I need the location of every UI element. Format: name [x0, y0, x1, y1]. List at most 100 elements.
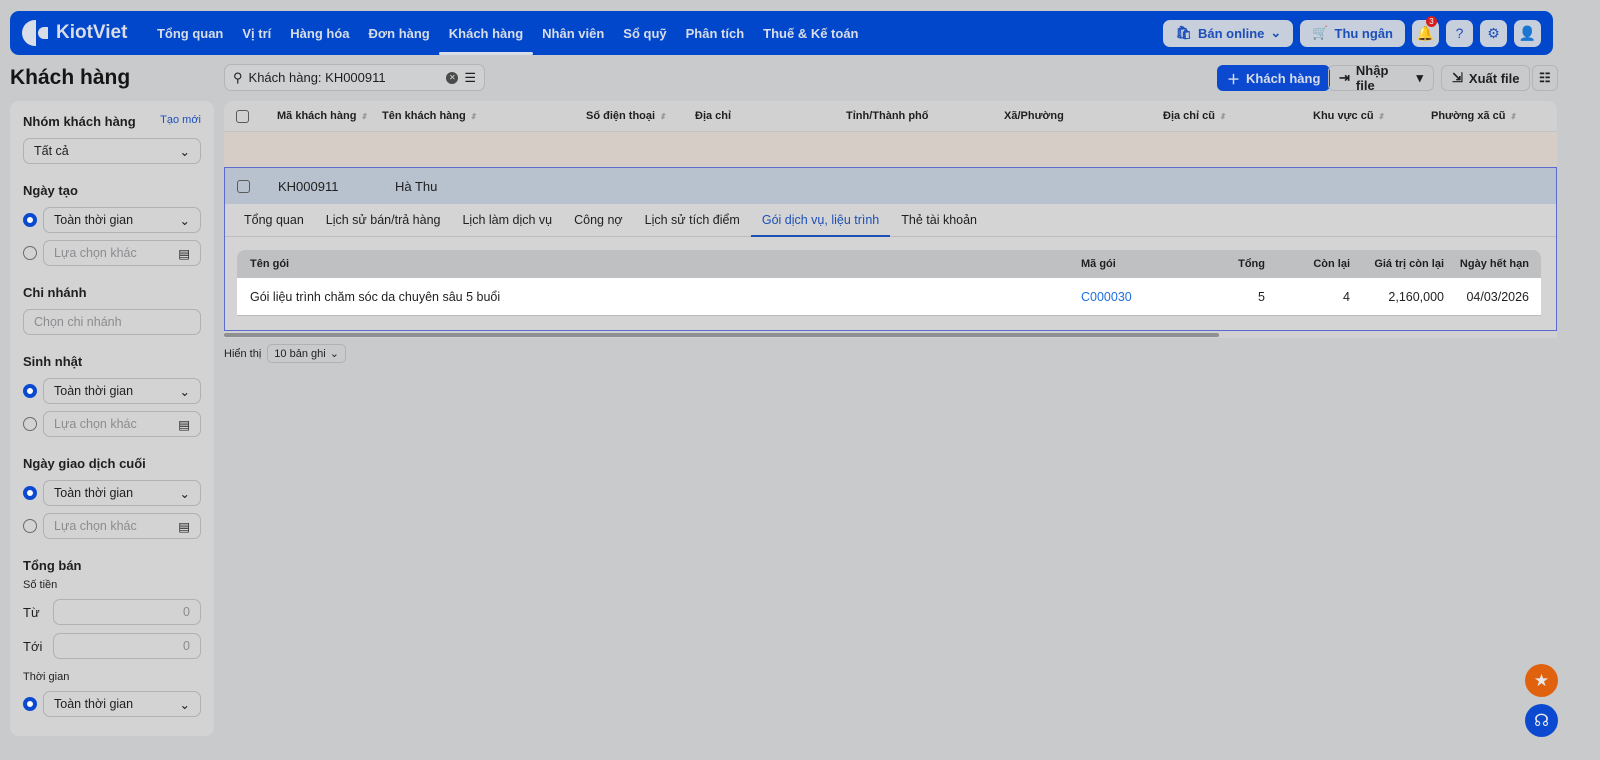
group-select[interactable]: Tất cả ⌄	[23, 138, 201, 164]
create-group-link[interactable]: Tạo mới	[160, 114, 201, 129]
page-title: Khách hàng	[10, 66, 131, 89]
import-file-button[interactable]: ⇥ Nhập file ▾	[1328, 63, 1434, 93]
last-tx-all-select[interactable]: Toàn thời gian ⌄	[43, 480, 201, 506]
last-tx-all-radio[interactable]	[23, 486, 37, 500]
birthday-all-radio[interactable]	[23, 384, 37, 398]
gear-icon: ⚙	[1487, 24, 1500, 41]
favorite-fab[interactable]: ★	[1525, 664, 1558, 697]
birthday-all-select[interactable]: Toàn thời gian ⌄	[43, 378, 201, 404]
star-icon: ★	[1533, 670, 1550, 690]
col-phone[interactable]: Số điện thoại ⬍	[586, 110, 666, 122]
column-toggle-button[interactable]: ☷	[1532, 65, 1558, 91]
table-header: Mã khách hàng ⬍ Tên khách hàng ⬍ Số điện t…	[224, 101, 1557, 132]
chevron-down-icon: ⌄	[179, 144, 190, 159]
branch-label: Chi nhánh	[23, 285, 87, 300]
last-tx-all-value: Toàn thời gian	[54, 486, 134, 500]
col-customer-code[interactable]: Mã khách hàng ⬍	[277, 110, 367, 122]
notification-badge: 3	[1426, 15, 1437, 27]
tab-service-schedule[interactable]: Lịch làm dịch vụ	[451, 204, 563, 236]
time-all-value: Toàn thời gian	[54, 697, 134, 711]
col-customer-name[interactable]: Tên khách hàng ⬍	[382, 110, 476, 122]
created-other-picker[interactable]: Lựa chọn khác ▤	[43, 240, 201, 266]
nav-phan-tich[interactable]: Phân tích	[676, 11, 754, 55]
last-tx-other-picker[interactable]: Lựa chọn khác ▤	[43, 513, 201, 539]
nav-hang-hoa[interactable]: Hàng hóa	[281, 11, 359, 55]
nav-nhan-vien[interactable]: Nhân viên	[533, 11, 614, 55]
created-all-select[interactable]: Toàn thời gian ⌄	[43, 207, 201, 233]
nav-tong-quan[interactable]: Tổng quan	[147, 11, 232, 55]
export-file-button[interactable]: ⇲ Xuất file	[1441, 65, 1531, 91]
page-size-select[interactable]: 10 bản ghi ⌄	[267, 344, 346, 363]
select-all-checkbox[interactable]	[236, 109, 249, 123]
chevron-down-icon: ⌄	[1270, 25, 1282, 40]
filter-sliders-icon[interactable]: ☰	[464, 70, 476, 86]
package-row[interactable]: Gói liệu trình chăm sóc da chuyên sâu 5 …	[237, 278, 1541, 316]
package-code-link[interactable]: C000030	[1081, 290, 1132, 304]
tab-account-card[interactable]: Thẻ tài khoản	[890, 204, 988, 236]
row-checkbox[interactable]	[237, 179, 250, 193]
time-all-select[interactable]: Toàn thời gian ⌄	[43, 691, 201, 717]
birthday-label: Sinh nhật	[23, 354, 83, 369]
package-remaining-value: 2,160,000	[1388, 289, 1444, 304]
birthday-other-picker[interactable]: Lựa chọn khác ▤	[43, 411, 201, 437]
list-columns-icon: ☷	[1539, 70, 1551, 85]
created-other-radio[interactable]	[23, 246, 37, 260]
created-all-radio[interactable]	[23, 213, 37, 227]
col-old-address[interactable]: Địa chỉ cũ ⬍	[1163, 110, 1226, 122]
nav-so-quy[interactable]: Sổ quỹ	[614, 11, 676, 55]
search-input[interactable]: ⚲ Khách hàng: KH000911 ✕ ☰	[224, 64, 485, 91]
sell-online-button[interactable]: 🛍 Bán online ⌄	[1163, 19, 1294, 47]
add-customer-button[interactable]: ＋ Khách hàng	[1217, 65, 1331, 91]
clear-search-icon[interactable]: ✕	[446, 71, 459, 84]
horizontal-scrollbar[interactable]	[224, 333, 1219, 337]
search-icon: ⚲	[233, 69, 243, 85]
avatar[interactable]: 👤	[1514, 19, 1541, 47]
help-button[interactable]: ?	[1446, 19, 1473, 47]
notification-button[interactable]: 🔔 3	[1412, 15, 1439, 47]
search-value: Khách hàng: KH000911	[248, 70, 386, 85]
nav-vi-tri[interactable]: Vị trí	[233, 11, 281, 55]
bell-icon: 🔔	[1416, 24, 1435, 41]
user-icon: 👤	[1518, 24, 1537, 41]
chevron-down-icon: ⌄	[329, 348, 339, 360]
sort-icon: ⬍	[469, 112, 477, 121]
nav-don-hang[interactable]: Đơn hàng	[359, 11, 439, 55]
settings-button[interactable]: ⚙	[1480, 19, 1507, 47]
page-size-label: Hiển thị	[224, 347, 262, 360]
support-fab[interactable]: ☊	[1525, 704, 1558, 737]
branch-input[interactable]: Chọn chi nhánh	[23, 309, 201, 335]
group-label: Nhóm khách hàng	[23, 114, 136, 129]
chevron-down-icon: ⌄	[179, 384, 190, 399]
birthday-other-radio[interactable]	[23, 417, 37, 431]
cashier-label: Thu ngân	[1334, 25, 1394, 41]
tab-sales-history[interactable]: Lịch sử bán/trả hàng	[315, 204, 452, 236]
last-tx-other-radio[interactable]	[23, 519, 37, 533]
logo[interactable]: KiotViet	[22, 20, 127, 46]
amount-from-input[interactable]: 0	[53, 599, 201, 625]
chevron-down-icon: ⌄	[179, 213, 190, 228]
amount-to-input[interactable]: 0	[53, 633, 201, 659]
sort-icon: ⬍	[360, 112, 368, 121]
top-nav-bar: KiotViet Tổng quan Vị trí Hàng hóa Đơn h…	[10, 11, 1553, 55]
tab-overview[interactable]: Tổng quan	[233, 204, 315, 236]
col-ward: Xã/Phường	[1004, 110, 1064, 122]
from-label: Từ	[23, 604, 40, 620]
nav-thue-ke-toan[interactable]: Thuế & Kế toán	[754, 11, 868, 55]
created-label: Ngày tạo	[23, 183, 78, 198]
col-old-ward[interactable]: Phường xã cũ ⬍	[1431, 110, 1516, 122]
cart-icon: 🛒	[1312, 25, 1329, 40]
logo-text: KiotViet	[56, 22, 128, 43]
time-all-radio[interactable]	[23, 697, 37, 711]
nav-khach-hang[interactable]: Khách hàng	[439, 11, 534, 55]
tab-points-history[interactable]: Lịch sử tích điểm	[634, 204, 751, 236]
tab-service-packages[interactable]: Gói dịch vụ, liệu trình	[750, 204, 891, 237]
package-total: 5	[1258, 289, 1265, 304]
cashier-button[interactable]: 🛒 Thu ngân	[1300, 19, 1405, 47]
table-row-selected[interactable]: KH000911 Hà Thu	[224, 167, 1557, 204]
col-old-area[interactable]: Khu vực cũ ⬍	[1313, 110, 1384, 122]
calendar-icon: ▤	[178, 246, 190, 261]
col-package-code: Mã gói	[1081, 258, 1116, 270]
tab-debt[interactable]: Công nợ	[563, 204, 634, 236]
amount-from-value: 0	[183, 605, 190, 619]
summary-row	[224, 132, 1557, 167]
